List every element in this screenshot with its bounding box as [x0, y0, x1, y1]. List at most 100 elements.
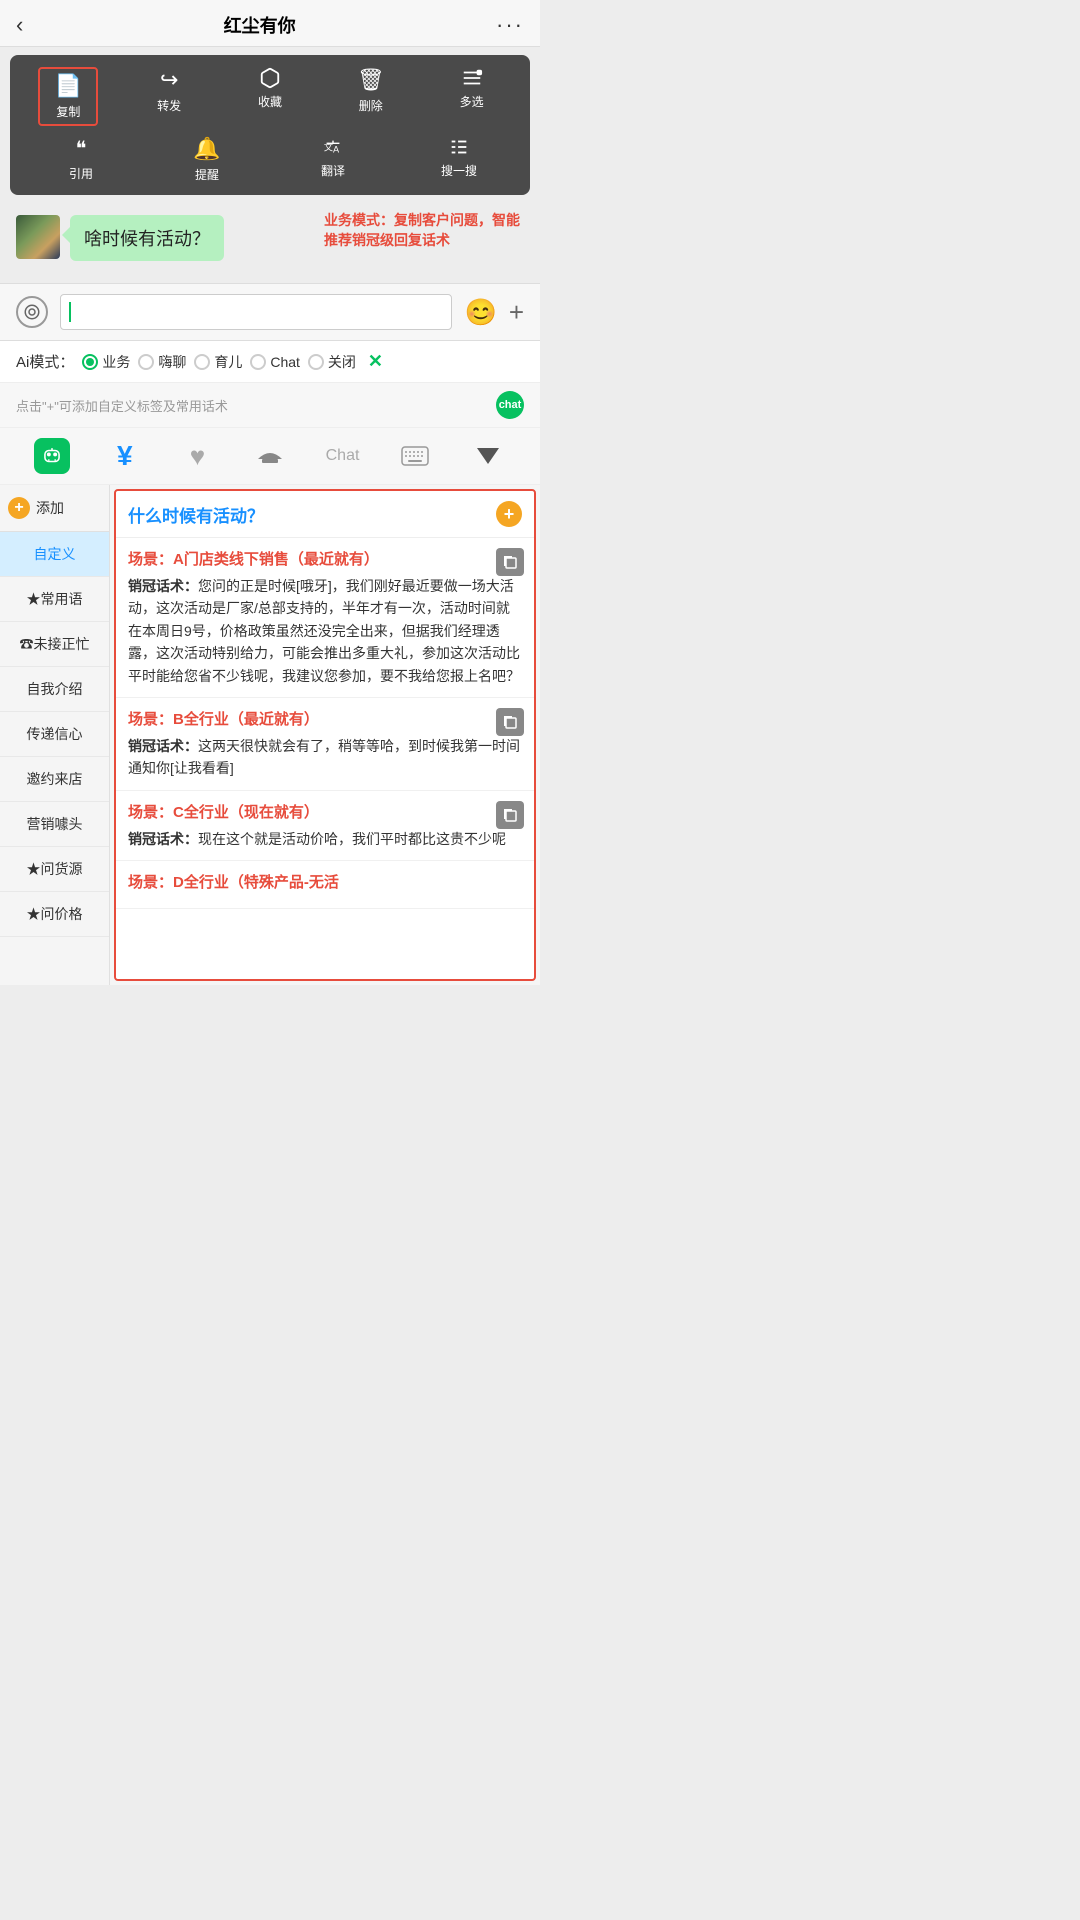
mode-off-label: 关闭: [328, 352, 356, 372]
script-block-d: 场景：D全行业（特殊产品-无活: [116, 861, 534, 909]
more-button[interactable]: ···: [496, 12, 524, 38]
radio-haichat: [138, 354, 154, 370]
script-b-text: 销冠话术：这两天很快就会有了，稍等等哈，到时候我第一时间通知你[让我看看]: [128, 735, 522, 780]
context-menu-row-1: 📄 复制 ↪ 转发 收藏 🗑 删除: [18, 67, 522, 126]
menu-translate-label: 翻译: [321, 162, 345, 179]
context-menu: 📄 复制 ↪ 转发 收藏 🗑 删除: [10, 55, 530, 195]
mode-chat[interactable]: Chat: [250, 354, 300, 370]
menu-copy-label: 复制: [56, 103, 80, 120]
radio-off: [308, 354, 324, 370]
sidebar-item-invite[interactable]: 邀约来店: [0, 757, 109, 802]
script-c-text: 销冠话术：现在这个就是活动价哈，我们平时都比这贵不少呢: [128, 828, 522, 850]
sidebar-item-marketing[interactable]: 营销噱头: [0, 802, 109, 847]
menu-multiselect-label: 多选: [460, 93, 484, 110]
sidebar-item-intro[interactable]: 自我介绍: [0, 667, 109, 712]
add-script-button[interactable]: +: [496, 501, 522, 527]
menu-remind-label: 提醒: [195, 166, 219, 183]
copy-icon: 📄: [55, 73, 82, 99]
add-attachment-button[interactable]: +: [509, 297, 524, 328]
menu-search-label: 搜一搜: [441, 162, 477, 179]
emoji-button[interactable]: 😊: [464, 297, 496, 328]
tool-money[interactable]: ¥: [105, 440, 145, 472]
menu-translate[interactable]: 文 A 翻译: [303, 136, 363, 183]
sidebar-item-trust[interactable]: 传递信心: [0, 712, 109, 757]
translate-icon: 文 A: [322, 136, 344, 158]
bot-icon: [34, 438, 70, 474]
right-content-panel: 什么时候有活动？ + 场景：A门店类线下销售（最近就有） 销冠话术：您问的正是时…: [114, 489, 536, 981]
ai-mode-bar: Ai模式： 业务 嗨聊 育儿 Chat 关闭 ✕: [0, 341, 540, 383]
page-title: 红尘有你: [224, 12, 296, 38]
menu-multiselect[interactable]: 多选: [442, 67, 502, 126]
menu-delete-label: 删除: [359, 97, 383, 114]
copy-script-b[interactable]: [496, 708, 524, 736]
script-block-b: 场景：B全行业（最近就有） 销冠话术：这两天很快就会有了，稍等等哈，到时候我第一…: [116, 698, 534, 791]
tool-keyboard[interactable]: [395, 446, 435, 466]
radio-parenting: [194, 354, 210, 370]
favorite-icon: [259, 67, 281, 89]
mode-business[interactable]: 业务: [82, 352, 130, 372]
mode-haichat[interactable]: 嗨聊: [138, 352, 186, 372]
question-header: 什么时候有活动？ +: [116, 491, 534, 538]
sidebar-item-common[interactable]: ★常用语: [0, 577, 109, 622]
remind-icon: 🔔: [193, 136, 220, 162]
tool-hat[interactable]: [250, 445, 290, 467]
mode-chat-label: Chat: [270, 354, 300, 370]
sidebar-item-custom[interactable]: 自定义: [0, 532, 109, 577]
tool-chat-text[interactable]: Chat: [323, 447, 363, 465]
menu-remind[interactable]: 🔔 提醒: [177, 136, 237, 183]
mode-off[interactable]: 关闭: [308, 352, 356, 372]
chat-area: 啥时候有活动？ 业务模式：复制客户问题，智能推荐销冠级回复话术: [0, 203, 540, 283]
delete-icon: 🗑: [357, 67, 385, 93]
tool-bar: ¥ ♥ Chat: [0, 428, 540, 485]
copy-script-c[interactable]: [496, 801, 524, 829]
voice-button[interactable]: [16, 296, 48, 328]
question-title: 什么时候有活动？: [128, 502, 488, 527]
annotation-text: 业务模式：复制客户问题，智能推荐销冠级回复话术: [324, 211, 524, 250]
script-block-c: 场景：C全行业（现在就有） 销冠话术：现在这个就是活动价哈，我们平时都比这贵不少…: [116, 791, 534, 861]
menu-forward[interactable]: ↪ 转发: [139, 67, 199, 126]
svg-text:A: A: [333, 145, 340, 155]
forward-icon: ↪: [160, 67, 178, 93]
mode-haichat-label: 嗨聊: [158, 352, 186, 372]
add-circle-icon: +: [8, 497, 30, 519]
mode-business-label: 业务: [102, 352, 130, 372]
close-ai-button[interactable]: ✕: [368, 351, 383, 372]
scene-a-label: 场景：A门店类线下销售（最近就有）: [128, 548, 522, 569]
radio-business: [82, 354, 98, 370]
sidebar-item-source[interactable]: ★问货源: [0, 847, 109, 892]
sidebar-item-price[interactable]: ★问价格: [0, 892, 109, 937]
script-block-a: 场景：A门店类线下销售（最近就有） 销冠话术：您问的正是时候[哦牙]，我们刚好最…: [116, 538, 534, 698]
tool-dropdown[interactable]: [468, 448, 508, 464]
menu-forward-label: 转发: [157, 97, 181, 114]
scene-b-label: 场景：B全行业（最近就有）: [128, 708, 522, 729]
mode-parenting[interactable]: 育儿: [194, 352, 242, 372]
multiselect-icon: [461, 67, 483, 89]
header: ‹ 红尘有你 ···: [0, 0, 540, 47]
copy-script-a[interactable]: [496, 548, 524, 576]
sidebar-item-busy[interactable]: ☎未接正忙: [0, 622, 109, 667]
menu-copy[interactable]: 📄 复制: [38, 67, 98, 126]
menu-search[interactable]: 搜一搜: [429, 136, 489, 183]
tool-heart[interactable]: ♥: [177, 441, 217, 472]
input-area: 😊 +: [0, 283, 540, 341]
mode-parenting-label: 育儿: [214, 352, 242, 372]
avatar: [16, 215, 60, 259]
menu-quote[interactable]: ❝ 引用: [51, 136, 111, 183]
scene-c-label: 场景：C全行业（现在就有）: [128, 801, 522, 822]
menu-delete[interactable]: 🗑 删除: [341, 67, 401, 126]
chat-icon[interactable]: chat: [496, 391, 524, 419]
add-label: 添加: [36, 498, 64, 518]
menu-favorite-label: 收藏: [258, 93, 282, 110]
back-button[interactable]: ‹: [16, 12, 23, 38]
script-a-text: 销冠话术：您问的正是时候[哦牙]，我们刚好最近要做一场大活动，这次活动是厂家/总…: [128, 575, 522, 687]
ai-mode-label: Ai模式：: [16, 351, 74, 372]
menu-favorite[interactable]: 收藏: [240, 67, 300, 126]
chat-bubble: 啥时候有活动？: [70, 215, 224, 261]
radio-chat: [250, 354, 266, 370]
message-input[interactable]: [60, 294, 452, 330]
sidebar-add-button[interactable]: + 添加: [0, 485, 109, 532]
search-icon: [448, 136, 470, 158]
context-menu-row-2: ❝ 引用 🔔 提醒 文 A 翻译: [18, 136, 522, 183]
sidebar: + 添加 自定义 ★常用语 ☎未接正忙 自我介绍 传递信心 邀约来店 营销噱头 …: [0, 485, 110, 985]
tool-bot[interactable]: [32, 438, 72, 474]
